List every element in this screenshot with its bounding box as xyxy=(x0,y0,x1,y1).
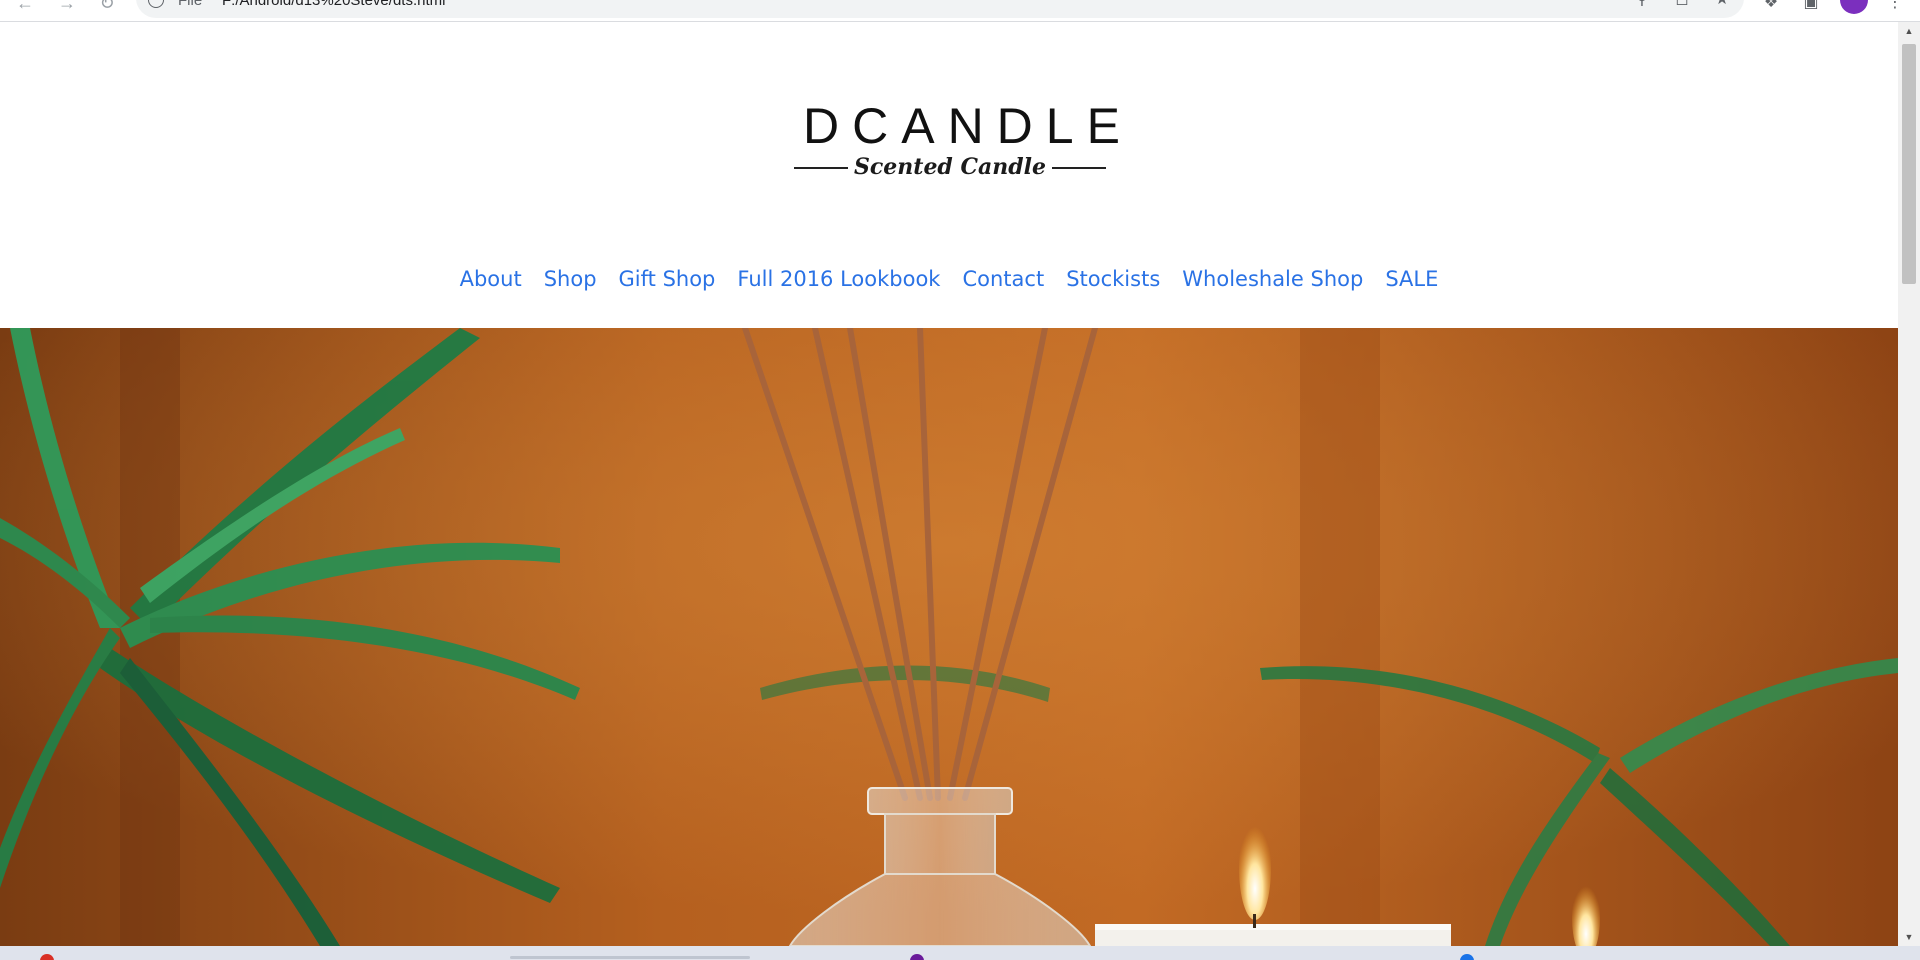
arrow-right-icon: → xyxy=(58,0,76,13)
logo-wordmark: DCANDLE xyxy=(803,98,1133,154)
logo-divider-left xyxy=(794,167,848,169)
puzzle-icon[interactable]: ❖ xyxy=(1760,0,1782,14)
os-taskbar xyxy=(0,946,1920,960)
hero-image xyxy=(0,328,1898,946)
nav-link-about[interactable]: About xyxy=(460,262,522,296)
forward-button[interactable]: → xyxy=(56,0,78,14)
menu-dots-icon[interactable]: ⋮ xyxy=(1884,0,1906,14)
back-button[interactable]: ← xyxy=(14,0,36,14)
wood-panel-stripe xyxy=(1300,328,1380,946)
address-url[interactable]: F:/Android/d13%20Steve/dts.html xyxy=(222,0,445,9)
nav-link-sale[interactable]: SALE xyxy=(1385,262,1438,296)
nav-link-gift-shop[interactable]: Gift Shop xyxy=(619,262,716,296)
logo-divider-right xyxy=(1052,167,1106,169)
arrow-left-icon: ← xyxy=(16,0,34,13)
address-bar[interactable]: File F:/Android/d13%20Steve/dts.html ⚲ ◻… xyxy=(136,0,1744,18)
taskbar-app-icon[interactable] xyxy=(40,954,54,960)
address-scheme-label: File xyxy=(178,0,203,9)
logo-tagline-row: Scented Candle xyxy=(790,152,1110,182)
taskbar-item[interactable] xyxy=(510,956,750,959)
logo-tagline: Scented Candle xyxy=(854,154,1046,180)
main-navigation: About Shop Gift Shop Full 2016 Lookbook … xyxy=(0,262,1898,296)
nav-link-lookbook[interactable]: Full 2016 Lookbook xyxy=(737,262,940,296)
page-scrollbar[interactable]: ▲ ▼ xyxy=(1898,22,1920,946)
reload-icon: ↻ xyxy=(99,0,115,13)
site-logo[interactable]: DCANDLE Scented Candle xyxy=(790,98,1133,190)
taskbar-app-icon[interactable] xyxy=(1460,954,1474,960)
info-icon[interactable] xyxy=(148,0,164,8)
zoom-icon[interactable]: ⚲ xyxy=(1632,0,1652,10)
nav-link-shop[interactable]: Shop xyxy=(544,262,597,296)
scrollbar-thumb[interactable] xyxy=(1902,44,1916,284)
taskbar-app-icon[interactable] xyxy=(910,954,924,960)
star-icon[interactable]: ★ xyxy=(1712,0,1732,10)
scroll-down-icon[interactable]: ▼ xyxy=(1898,928,1920,946)
nav-link-contact[interactable]: Contact xyxy=(962,262,1044,296)
share-icon[interactable]: ◻ xyxy=(1672,0,1692,10)
scroll-up-icon[interactable]: ▲ xyxy=(1898,22,1920,40)
browser-toolbar: ← → ↻ File F:/Android/d13%20Steve/dts.ht… xyxy=(0,0,1920,22)
nav-link-wholesale-shop[interactable]: Wholeshale Shop xyxy=(1182,262,1363,296)
hero-illustration xyxy=(0,328,1898,946)
profile-avatar[interactable] xyxy=(1840,0,1868,14)
reload-button[interactable]: ↻ xyxy=(96,0,118,14)
window-icon[interactable]: ▣ xyxy=(1800,0,1822,14)
nav-link-stockists[interactable]: Stockists xyxy=(1066,262,1160,296)
